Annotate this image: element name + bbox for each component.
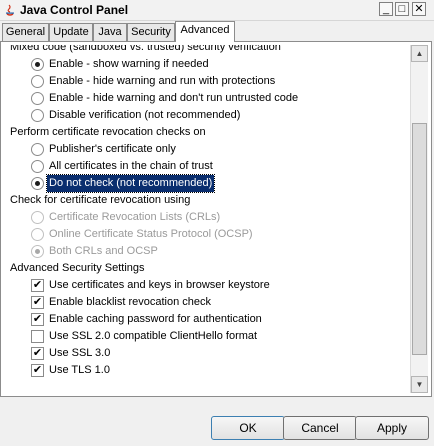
mixed-code-heading: Mixed code (sandboxed vs. trusted) secur… bbox=[10, 45, 281, 53]
radio-button[interactable] bbox=[31, 160, 44, 173]
java-icon bbox=[6, 4, 14, 16]
advanced-security-option[interactable]: ✔ Enable caching password for authentica… bbox=[4, 311, 406, 328]
advanced-security-option[interactable]: ✔ Use SSL 3.0 bbox=[4, 345, 406, 362]
scroll-thumb[interactable] bbox=[412, 123, 427, 355]
radio-button bbox=[31, 245, 44, 258]
advanced-security-option[interactable]: ✔ Enable blacklist revocation check bbox=[4, 294, 406, 311]
tab-security[interactable]: Security bbox=[127, 23, 175, 41]
revocation-checks-option[interactable]: Publisher's certificate only bbox=[4, 141, 406, 158]
revocation-using-heading: Check for certificate revocation using bbox=[10, 194, 191, 206]
scroll-up-arrow-icon[interactable]: ▲ bbox=[411, 45, 428, 62]
revocation-checks-option-selected[interactable]: Do not check (not recommended) bbox=[4, 174, 406, 193]
checkbox[interactable]: ✔ bbox=[31, 347, 44, 360]
window-title: Java Control Panel bbox=[20, 3, 129, 17]
checkbox[interactable] bbox=[31, 330, 44, 343]
tab-update[interactable]: Update bbox=[49, 23, 93, 41]
cancel-button[interactable]: Cancel bbox=[283, 416, 357, 440]
revocation-using-option: Certificate Revocation Lists (CRLs) bbox=[4, 209, 406, 226]
radio-button[interactable] bbox=[31, 177, 44, 190]
radio-button bbox=[31, 211, 44, 224]
checkbox[interactable]: ✔ bbox=[31, 364, 44, 377]
close-button[interactable]: ✕ bbox=[412, 2, 426, 16]
radio-button[interactable] bbox=[31, 92, 44, 105]
title-bar: Java Control Panel _ □ ✕ bbox=[0, 0, 434, 21]
revocation-checks-heading: Perform certificate revocation checks on bbox=[10, 126, 206, 138]
tab-advanced[interactable]: Advanced bbox=[175, 21, 235, 42]
tab-strip: General Update Java Security Advanced bbox=[0, 21, 434, 42]
radio-button bbox=[31, 228, 44, 241]
revocation-using-option: Both CRLs and OCSP bbox=[4, 243, 406, 260]
radio-button[interactable] bbox=[31, 109, 44, 122]
radio-button[interactable] bbox=[31, 75, 44, 88]
vertical-scrollbar[interactable]: ▲ ▼ bbox=[410, 45, 428, 393]
mixed-code-option[interactable]: Enable - hide warning and run with prote… bbox=[4, 73, 406, 90]
tab-java[interactable]: Java bbox=[93, 23, 127, 41]
advanced-security-option[interactable]: ✔ Use certificates and keys in browser k… bbox=[4, 277, 406, 294]
revocation-using-option: Online Certificate Status Protocol (OCSP… bbox=[4, 226, 406, 243]
apply-button[interactable]: Apply bbox=[355, 416, 429, 440]
scroll-down-arrow-icon[interactable]: ▼ bbox=[411, 376, 428, 393]
dialog-buttons: OK Cancel Apply bbox=[0, 400, 434, 446]
ok-button[interactable]: OK bbox=[211, 416, 285, 440]
radio-button[interactable] bbox=[31, 143, 44, 156]
mixed-code-option[interactable]: Enable - show warning if needed bbox=[4, 56, 406, 73]
minimize-button[interactable]: _ bbox=[379, 2, 393, 16]
mixed-code-option[interactable]: Disable verification (not recommended) bbox=[4, 107, 406, 124]
advanced-security-option[interactable]: ✔ Use TLS 1.0 bbox=[4, 362, 406, 379]
advanced-security-heading: Advanced Security Settings bbox=[10, 262, 145, 274]
revocation-checks-option[interactable]: All certificates in the chain of trust bbox=[4, 158, 406, 175]
advanced-security-option[interactable]: Use SSL 2.0 compatible ClientHello forma… bbox=[4, 328, 406, 345]
settings-panel: Mixed code (sandboxed vs. trusted) secur… bbox=[0, 41, 432, 397]
checkbox[interactable]: ✔ bbox=[31, 296, 44, 309]
tab-general[interactable]: General bbox=[2, 23, 49, 41]
checkbox[interactable]: ✔ bbox=[31, 313, 44, 326]
settings-tree: Mixed code (sandboxed vs. trusted) secur… bbox=[4, 45, 406, 393]
mixed-code-option[interactable]: Enable - hide warning and don't run untr… bbox=[4, 90, 406, 107]
checkbox[interactable]: ✔ bbox=[31, 279, 44, 292]
maximize-button[interactable]: □ bbox=[395, 2, 409, 16]
radio-button[interactable] bbox=[31, 58, 44, 71]
